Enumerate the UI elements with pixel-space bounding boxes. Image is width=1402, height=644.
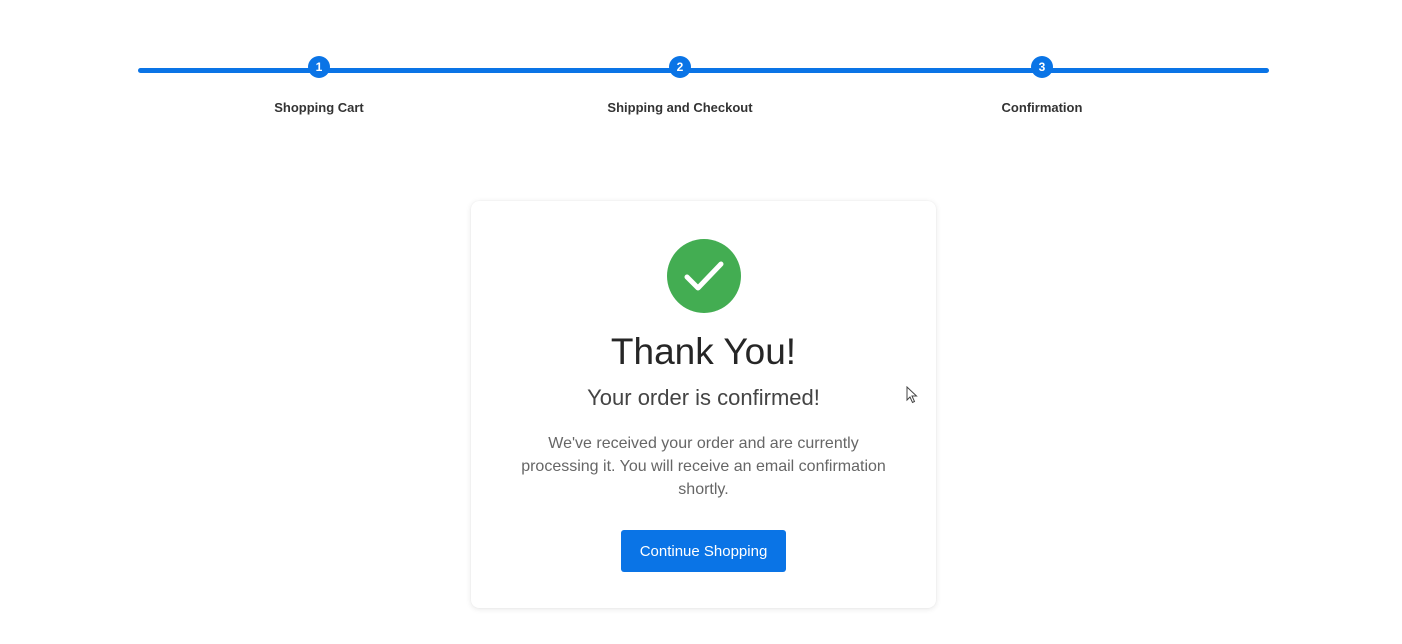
confirmation-card: Thank You! Your order is confirmed! We'v… bbox=[471, 201, 936, 608]
step-shopping-cart: 1 Shopping Cart bbox=[209, 56, 429, 115]
step-label: Confirmation bbox=[1001, 100, 1083, 115]
step-number-badge: 2 bbox=[669, 56, 691, 78]
step-label: Shopping Cart bbox=[274, 100, 364, 115]
step-number-badge: 3 bbox=[1031, 56, 1053, 78]
checkout-stepper: 1 Shopping Cart 2 Shipping and Checkout … bbox=[0, 0, 1402, 130]
continue-shopping-button[interactable]: Continue Shopping bbox=[621, 530, 786, 572]
page-title: Thank You! bbox=[610, 331, 797, 372]
step-confirmation: 3 Confirmation bbox=[932, 56, 1152, 115]
confirmation-message: We've received your order and are curren… bbox=[521, 435, 886, 498]
step-label: Shipping and Checkout bbox=[607, 100, 753, 115]
order-confirmed-subtitle: Your order is confirmed! bbox=[587, 385, 820, 410]
step-shipping-checkout: 2 Shipping and Checkout bbox=[570, 56, 790, 115]
order-confirmation-page: 1 Shopping Cart 2 Shipping and Checkout … bbox=[0, 0, 1402, 644]
step-number-badge: 1 bbox=[308, 56, 330, 78]
mouse-cursor-icon bbox=[906, 386, 918, 404]
checkmark-icon bbox=[667, 239, 741, 313]
